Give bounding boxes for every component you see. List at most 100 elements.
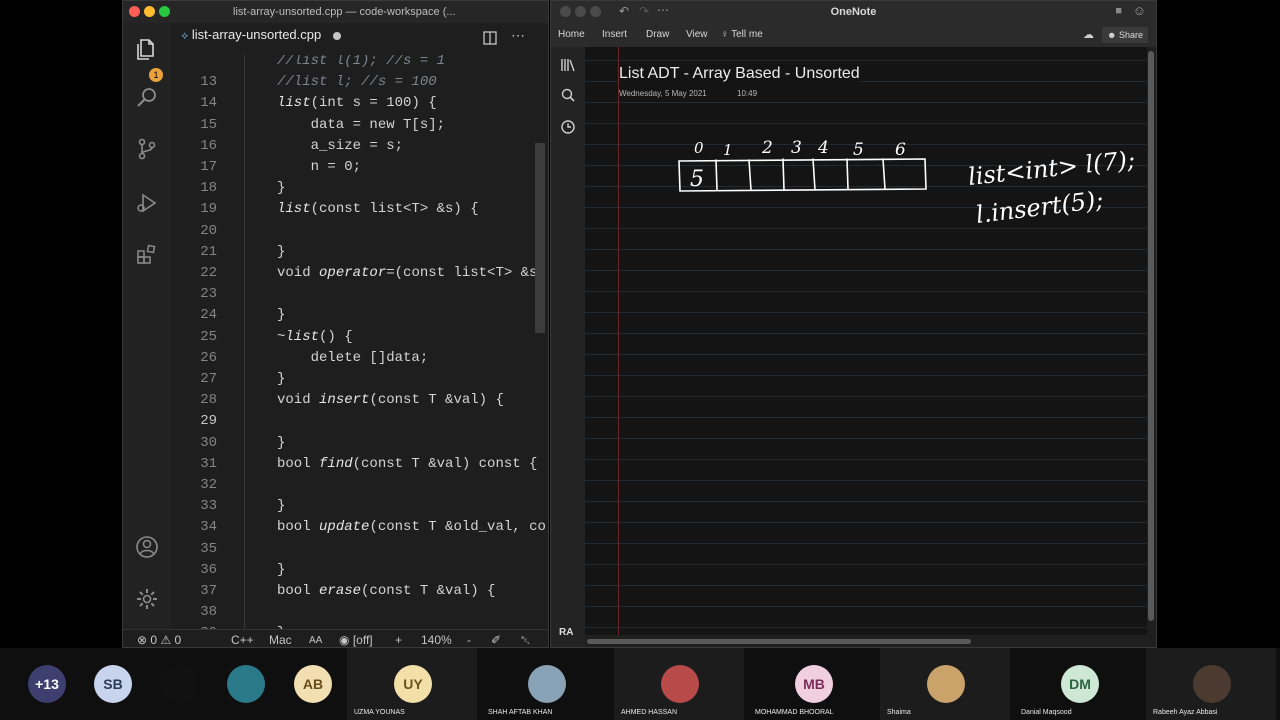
page-vertical-scrollbar[interactable]: [1148, 51, 1154, 621]
run-debug-icon[interactable]: [135, 191, 159, 215]
array-cell-value: 5: [690, 167, 704, 192]
text-size-icon[interactable]: AA: [309, 635, 322, 646]
share-button[interactable]: ☻ Share: [1102, 27, 1148, 43]
code-line: ~list() {: [277, 328, 353, 345]
participant-avatar[interactable]: [927, 665, 965, 703]
participant-avatar[interactable]: UY: [394, 665, 432, 703]
notification-bell-icon[interactable]: ␇: [521, 633, 531, 647]
line-number: 25: [200, 328, 217, 345]
explorer-icon[interactable]: [135, 37, 159, 61]
line-number: 15: [200, 116, 217, 133]
code-line: delete []data;: [277, 349, 429, 366]
participant-avatar[interactable]: +13: [28, 665, 66, 703]
zoom-out-icon[interactable]: -: [467, 633, 471, 647]
zoom-in-icon[interactable]: +: [395, 633, 402, 647]
activity-bar: 1: [123, 23, 171, 629]
line-number: 37: [200, 583, 217, 599]
ribbon-tabs: Home Insert Draw View ♀ Tell me ☁ ☻ Shar…: [551, 23, 1156, 47]
array-index-5: 5: [853, 140, 864, 160]
problems-indicator[interactable]: ⊗ 0 ⚠ 0: [137, 633, 181, 647]
maximize-window-button[interactable]: [159, 6, 170, 17]
code-line: }: [277, 243, 286, 260]
code-line: void operator=(const list<T> &s): [277, 265, 546, 281]
array-index-4: 4: [817, 138, 829, 158]
language-mode[interactable]: C++: [231, 633, 254, 647]
extensions-icon[interactable]: [135, 243, 159, 267]
tab-draw[interactable]: Draw: [646, 29, 669, 40]
participant-avatar[interactable]: [227, 665, 265, 703]
participant-name: SHAH AFTAB KHAN: [488, 709, 553, 716]
participant-name: UZMA YOUNAS: [354, 709, 405, 716]
handwritten-ink-drawing[interactable]: 0 1 2 3 4 5 6 5 list<int> l(7); l.insert…: [585, 47, 1147, 635]
tell-me-search[interactable]: ♀ Tell me: [721, 29, 763, 40]
indent-guide: [244, 55, 245, 629]
live-share-icon[interactable]: ✐: [491, 633, 501, 647]
unsaved-dot-icon[interactable]: [332, 31, 341, 40]
more-actions-icon[interactable]: ⋯: [511, 27, 525, 44]
search-icon[interactable]: [135, 85, 159, 109]
notebooks-icon[interactable]: [560, 57, 576, 73]
code-line: bool erase(const T &val) {: [277, 583, 496, 599]
line-number: 13: [200, 74, 217, 91]
line-number: 29: [200, 413, 217, 430]
tab-insert[interactable]: Insert: [602, 29, 627, 40]
app-title: OneNote: [830, 6, 877, 18]
participant-name: Rabeeh Ayaz Abbasi: [1153, 709, 1218, 716]
meeting-participant-strip: +13 SB AB UY UZMA YOUNAS SHAH AFTAB KHAN AHMED…: [0, 648, 1280, 720]
end-of-line-mode[interactable]: Mac: [269, 633, 292, 647]
code-line: bool update(const T &old_val, co: [277, 519, 546, 536]
spell-check-status[interactable]: ◉ [off]: [339, 633, 373, 647]
participant-avatar[interactable]: [661, 665, 699, 703]
line-number: 16: [200, 137, 217, 154]
array-index-2: 2: [761, 138, 773, 158]
line-number: 20: [200, 222, 217, 239]
page-horizontal-scrollbar[interactable]: [587, 639, 971, 644]
explorer-badge: 1: [149, 68, 163, 82]
feedback-smiley-icon[interactable]: ☺: [1133, 3, 1146, 18]
participant-avatar[interactable]: [1193, 665, 1231, 703]
tab-label: list-array-unsorted.cpp: [191, 27, 322, 42]
code-line: list(const list<T> &s) {: [277, 201, 479, 218]
onenote-window: ↶ ↷ ⋯ OneNote ■ ☺ Home Insert Draw View …: [550, 0, 1157, 648]
account-icon[interactable]: [135, 535, 159, 559]
tell-me-label: Tell me: [731, 29, 763, 40]
line-number: 24: [200, 307, 217, 324]
code-editor[interactable]: 13 14 15 16 17 18 19 20 21 22 23 24 25 26 27 28 29 30 31 32…: [171, 55, 548, 629]
array-index-0: 0: [694, 139, 704, 157]
notification-icon[interactable]: ■: [1115, 5, 1122, 17]
minimize-window-button[interactable]: [144, 6, 155, 17]
line-number: 22: [200, 265, 217, 281]
error-icon: ⊗: [137, 633, 148, 647]
warning-icon: ⚠: [160, 633, 172, 647]
line-number: 32: [200, 477, 217, 493]
participant-avatar[interactable]: MB: [795, 665, 833, 703]
participant-avatar[interactable]: [160, 665, 198, 703]
tab-list-array-unsorted[interactable]: ⟡ list-array-unsorted.cpp: [181, 27, 341, 53]
search-icon[interactable]: [560, 87, 576, 103]
code-line: a_size = s;: [277, 137, 404, 154]
note-page-canvas[interactable]: List ADT - Array Based - Unsorted Wednes…: [585, 47, 1147, 635]
cloud-sync-icon[interactable]: ☁: [1083, 28, 1094, 41]
cpp-file-icon: ⟡: [181, 30, 189, 42]
eye-icon: ◉: [339, 633, 350, 647]
editor-tab-bar: ⟡ list-array-unsorted.cpp ⋯: [171, 23, 548, 55]
editor-scrollbar[interactable]: [535, 143, 545, 333]
settings-gear-icon[interactable]: [135, 587, 159, 611]
tab-view[interactable]: View: [686, 29, 708, 40]
tab-home[interactable]: Home: [558, 29, 585, 40]
participant-avatar[interactable]: DM: [1061, 665, 1099, 703]
recent-notes-clock-icon[interactable]: [560, 119, 576, 135]
participant-avatar[interactable]: SB: [94, 665, 132, 703]
code-line: //list l(1); //s = 1: [277, 55, 446, 69]
participant-avatar[interactable]: AB: [294, 665, 332, 703]
user-initials[interactable]: RA: [559, 627, 573, 638]
source-control-icon[interactable]: [135, 137, 159, 161]
participant-avatar[interactable]: [528, 665, 566, 703]
onenote-titlebar: ↶ ↷ ⋯ OneNote ■ ☺: [551, 1, 1156, 23]
close-window-button[interactable]: [129, 6, 140, 17]
error-count: 0: [150, 633, 158, 647]
code-line: }: [277, 561, 286, 578]
share-icon: ☻: [1106, 30, 1117, 40]
code-line: }: [277, 498, 286, 515]
split-editor-icon[interactable]: [483, 31, 497, 50]
